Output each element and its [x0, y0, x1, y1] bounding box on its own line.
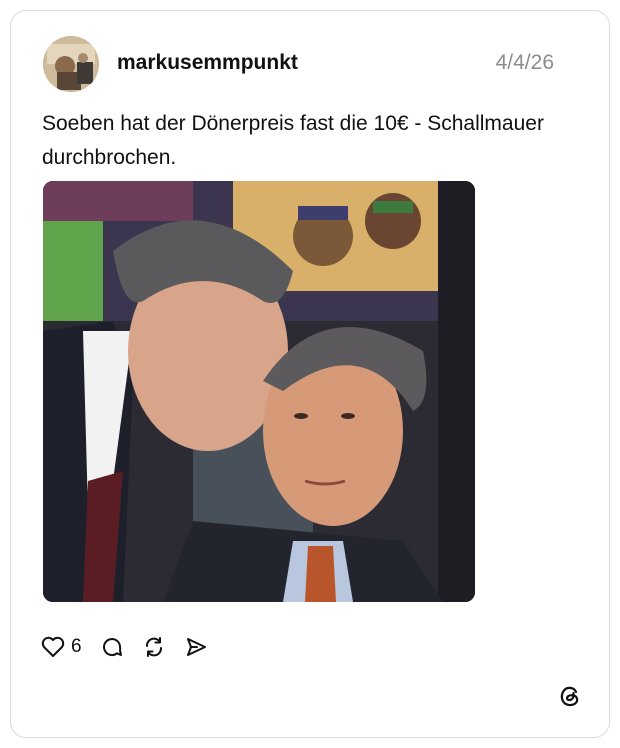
post-card[interactable]: markusemmpunkt 4/4/26 Soeben hat der Dön…	[10, 10, 610, 738]
avatar[interactable]	[43, 36, 99, 92]
comment-icon	[100, 635, 124, 659]
like-button[interactable]: 6	[41, 636, 82, 658]
username[interactable]: markusemmpunkt	[117, 51, 298, 75]
post-timestamp: 4/4/26	[495, 51, 554, 74]
threads-logo-icon	[557, 683, 583, 709]
like-count: 6	[71, 636, 82, 657]
heart-icon	[41, 636, 65, 658]
reply-button[interactable]	[100, 635, 124, 659]
send-icon	[184, 635, 208, 659]
share-button[interactable]	[184, 635, 208, 659]
avatar-image	[43, 36, 99, 92]
post-text: Soeben hat der Dönerpreis fast die 10€ -…	[42, 112, 544, 169]
repost-icon	[142, 635, 166, 659]
action-bar: 6	[41, 633, 226, 661]
repost-button[interactable]	[142, 635, 166, 659]
post-image[interactable]	[43, 181, 475, 602]
